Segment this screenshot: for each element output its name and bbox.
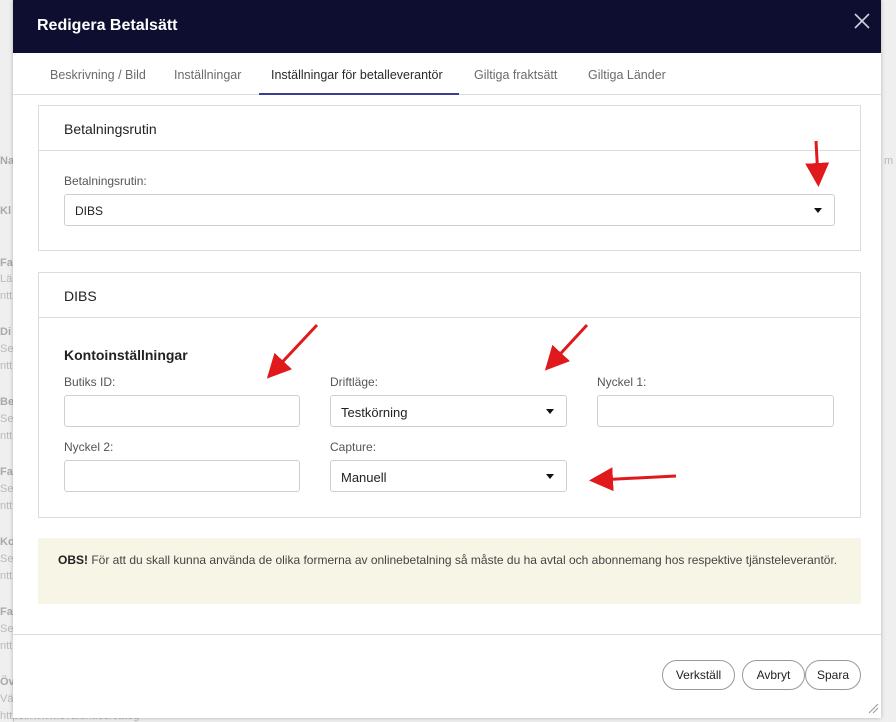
select-value: Testkörning (341, 405, 408, 420)
mode-select[interactable]: Testkörning (330, 395, 567, 427)
panel-title: Betalningsrutin (64, 121, 157, 137)
background-text: ntt (0, 360, 13, 372)
key2-input[interactable] (64, 460, 300, 492)
dropdown-caret-icon (814, 208, 822, 213)
capture-select[interactable]: Manuell (330, 460, 567, 492)
tab-description-image[interactable]: Beskrivning / Bild (50, 68, 146, 82)
notice-bold: OBS! (58, 553, 88, 567)
tab-settings[interactable]: Inställningar (174, 68, 241, 82)
footer-divider (13, 634, 881, 635)
tab-valid-shipping-methods[interactable]: Giltiga fraktsätt (474, 68, 557, 82)
key2-label: Nyckel 2: (64, 440, 114, 454)
close-icon[interactable] (853, 12, 871, 30)
active-tab-indicator (259, 93, 459, 95)
dropdown-caret-icon (546, 474, 554, 479)
capture-label: Capture: (330, 440, 377, 454)
background-text: ntt (0, 640, 13, 652)
dialog-header: Redigera Betalsätt (13, 0, 881, 53)
panel-title: DIBS (64, 288, 97, 304)
background-text: Kl (0, 205, 11, 217)
notice-text: För att du skall kunna använda de olika … (88, 553, 838, 567)
edit-payment-method-dialog: Redigera Betalsätt Beskrivning / Bild In… (13, 0, 881, 718)
payment-routine-label: Betalningsrutin: (64, 174, 147, 188)
background-text: ntt (0, 570, 13, 582)
shop-id-input[interactable] (64, 395, 300, 427)
background-text: Se (0, 413, 14, 425)
save-button[interactable]: Spara (805, 660, 861, 690)
panel-header: Betalningsrutin (39, 106, 860, 151)
dropdown-caret-icon (546, 409, 554, 414)
shop-id-label: Butiks ID: (64, 375, 116, 389)
background-text: Di (0, 326, 11, 338)
background-text: Se (0, 483, 14, 495)
tab-valid-countries[interactable]: Giltiga Länder (588, 68, 666, 82)
dialog-title: Redigera Betalsätt (37, 17, 178, 34)
key1-input[interactable] (597, 395, 834, 427)
resize-handle-icon[interactable] (867, 702, 879, 714)
tab-payment-provider-settings[interactable]: Inställningar för betalleverantör (271, 68, 443, 82)
select-value: DIBS (75, 204, 104, 218)
mode-label: Driftläge: (330, 375, 379, 389)
payment-routine-panel: Betalningsrutin Betalningsrutin: DIBS (38, 105, 861, 251)
background-text: Fa (0, 257, 13, 269)
background-text: Lä (0, 273, 13, 285)
key1-label: Nyckel 1: (597, 375, 647, 389)
background-text: Be (0, 396, 15, 408)
background-text: Se (0, 623, 14, 635)
select-value: Manuell (341, 470, 387, 485)
background-text: ntt (0, 290, 13, 302)
background-text: Na (0, 155, 15, 167)
cancel-button[interactable]: Avbryt (742, 660, 805, 690)
apply-button[interactable]: Verkställ (662, 660, 735, 690)
background-text: Vä (0, 693, 14, 705)
background-text: Fa (0, 606, 13, 618)
background-text: Fa (0, 466, 13, 478)
background-text: Se (0, 343, 14, 355)
account-settings-heading: Kontoinställningar (64, 347, 188, 363)
dibs-panel: DIBS Kontoinställningar Butiks ID: Drift… (38, 272, 861, 518)
tab-bar: Beskrivning / Bild Inställningar Inställ… (13, 53, 881, 95)
panel-header: DIBS (39, 273, 860, 318)
payment-routine-select[interactable]: DIBS (64, 194, 835, 226)
notice-box: OBS! För att du skall kunna använda de o… (38, 538, 861, 604)
background-text: m (884, 155, 894, 167)
background-text: ntt (0, 430, 13, 442)
background-text: Se (0, 553, 14, 565)
background-text: ntt (0, 500, 13, 512)
